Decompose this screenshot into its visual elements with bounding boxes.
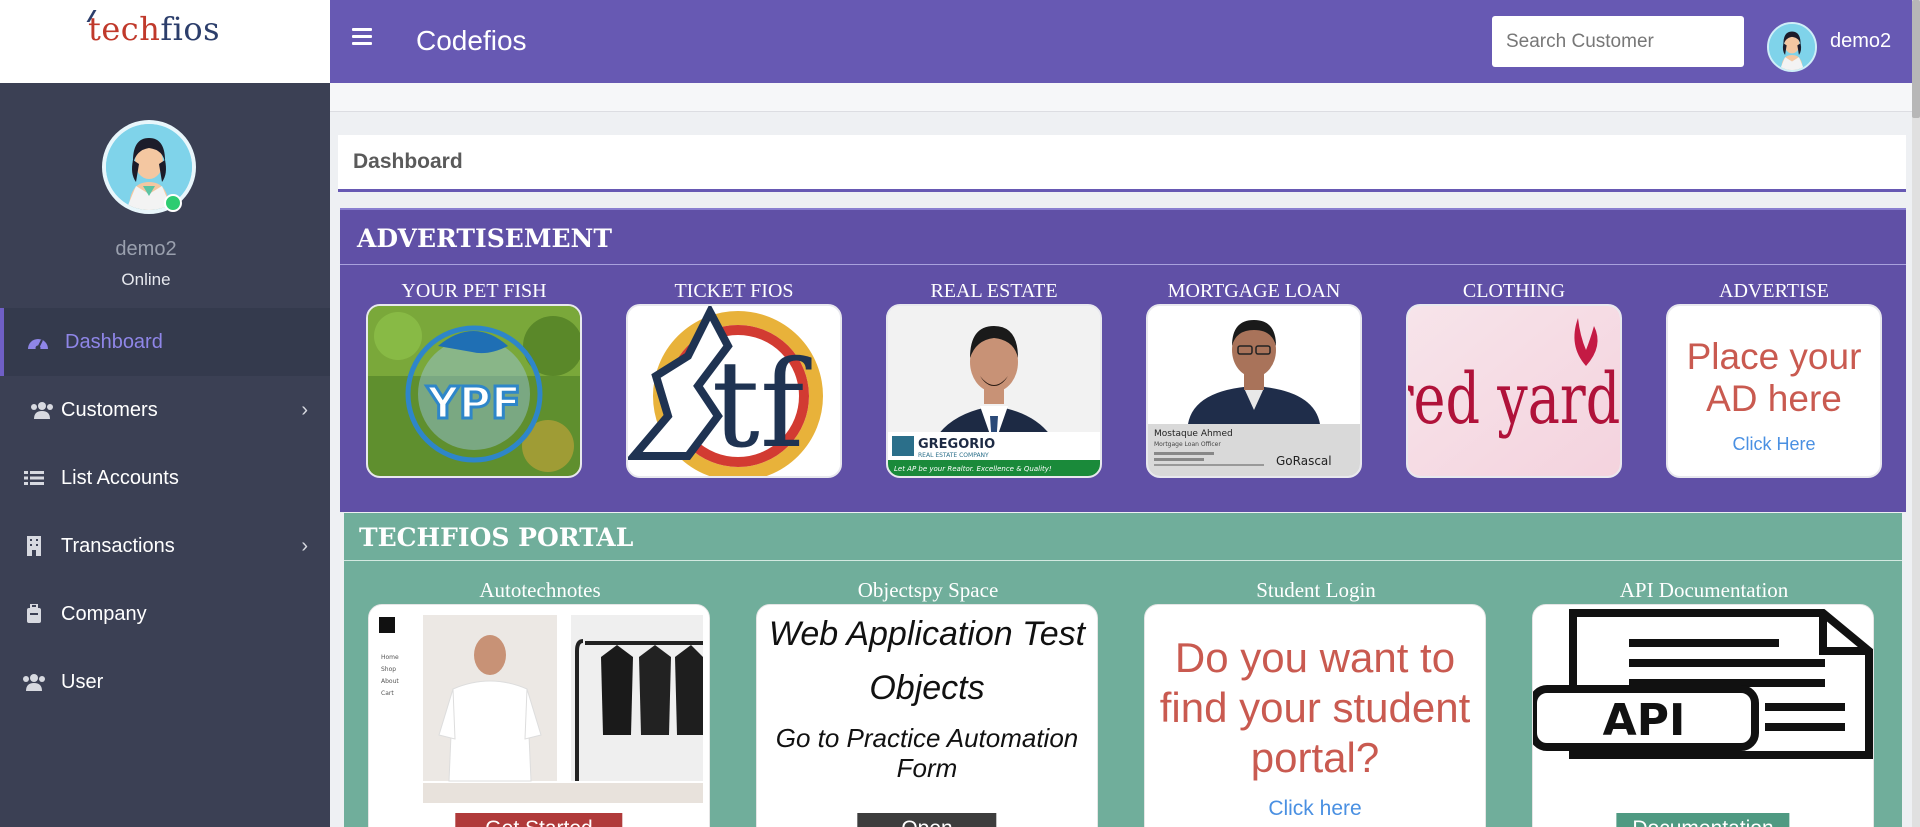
- divider: [340, 264, 1906, 265]
- documentation-button[interactable]: Documentation: [1616, 813, 1790, 827]
- tf-logo-text: tf: [712, 336, 812, 475]
- ad-item-pet-fish: YOUR PET FISH YPF: [366, 280, 582, 478]
- portal-label: Objectspy Space: [857, 578, 999, 602]
- api-document-icon: API: [1533, 605, 1873, 827]
- gregorio-brand-text: GREGORIO: [918, 437, 995, 452]
- page-scrollbar[interactable]: [1912, 0, 1920, 827]
- ad-card-clothing[interactable]: red yard: [1406, 304, 1622, 478]
- sidebar-item-label: Company: [61, 602, 147, 625]
- place-ad-headline: Place your AD here: [1686, 336, 1862, 419]
- ad-item-advertise: ADVERTISE Place your AD here Click Here: [1666, 280, 1882, 478]
- sidebar-item-user[interactable]: User: [0, 648, 330, 716]
- objectspy-text[interactable]: Go to Practice Automation Form: [757, 723, 1097, 783]
- sidebar-username: demo2: [115, 238, 177, 260]
- online-status-dot: [164, 194, 182, 212]
- sidebar-avatar: [102, 120, 196, 214]
- dashboard-icon: [26, 332, 50, 352]
- top-header: Codefios demo2: [330, 0, 1920, 83]
- portal-card-api-documentation[interactable]: API Documentation: [1532, 604, 1874, 827]
- student-portal-heading: Do you want to find your student portal?: [1159, 634, 1471, 781]
- scrollbar-thumb[interactable]: [1912, 0, 1920, 118]
- ad-label: ADVERTISE: [1719, 280, 1829, 302]
- content-top-strip: [330, 83, 1912, 112]
- building-icon: [22, 536, 46, 556]
- ad-card-pet-fish[interactable]: YPF: [366, 304, 582, 478]
- sidebar-item-company[interactable]: Company: [0, 580, 330, 648]
- sidebar-nav: Dashboard Customers › List Accounts Tran…: [0, 308, 330, 716]
- sidebar: techfios demo2 Online Dashboard Customer…: [0, 0, 330, 827]
- ypf-logo-text: YPF: [426, 378, 521, 429]
- api-text: API: [1603, 695, 1686, 746]
- portal-label: Student Login: [1256, 578, 1376, 602]
- briefcase-icon: [22, 604, 46, 624]
- ad-card-real-estate[interactable]: GREGORIO REAL ESTATE COMPANY Let AP be y…: [886, 304, 1102, 478]
- ad-label: REAL ESTATE: [930, 280, 1058, 302]
- advertisement-panel: ADVERTISEMENT YOUR PET FISH YPF TICKET F…: [340, 208, 1906, 512]
- portal-card-autotechnotes[interactable]: Home Shop About Cart Get Started: [368, 604, 710, 827]
- techfios-portal-panel: TECHFIOS PORTAL Autotechnotes Home Shop …: [344, 513, 1902, 827]
- ad-label: MORTGAGE LOAN: [1167, 280, 1341, 302]
- menu-toggle-icon[interactable]: [352, 28, 372, 48]
- portal-title: TECHFIOS PORTAL: [359, 523, 634, 552]
- mortgage-officer-role: Mortgage Loan Officer: [1154, 441, 1221, 448]
- portal-label: API Documentation: [1619, 578, 1789, 602]
- student-click-here-link[interactable]: Click here: [1145, 797, 1485, 821]
- open-button[interactable]: Open: [857, 813, 997, 827]
- sidebar-item-label: Customers: [61, 398, 158, 421]
- portal-item-student-login: Student Login Do you want to find your s…: [1144, 578, 1488, 827]
- chevron-right-icon: ›: [301, 398, 308, 421]
- ad-item-mortgage-loan: MORTGAGE LOAN Mostaque Ahmed Mortgage Lo…: [1146, 280, 1362, 478]
- user-group-icon: [22, 672, 46, 692]
- portal-card-objectspy[interactable]: Web Application Test Objects Go to Pract…: [756, 604, 1098, 827]
- ad-item-clothing: CLOTHING red yard: [1406, 280, 1622, 478]
- mortgage-officer-name: Mostaque Ahmed: [1154, 429, 1233, 439]
- ad-card-mortgage-loan[interactable]: Mostaque Ahmed Mortgage Loan Officer GoR…: [1146, 304, 1362, 478]
- ad-item-real-estate: REAL ESTATE GREGORIO REAL ESTATE COMPANY…: [886, 280, 1102, 478]
- shop-menu-cart: Cart: [381, 690, 394, 697]
- users-icon: [30, 400, 54, 420]
- list-icon: [22, 468, 46, 488]
- logo-area: techfios: [0, 0, 330, 83]
- red-yard-logo-text: red yard: [1408, 358, 1620, 440]
- ad-item-ticket-fios: TICKET FIOS tf: [626, 280, 842, 478]
- shop-menu-shop: Shop: [381, 666, 396, 673]
- ad-card-advertise[interactable]: Place your AD here Click Here: [1666, 304, 1882, 478]
- gregorio-sub-text: REAL ESTATE COMPANY: [918, 452, 989, 459]
- sidebar-item-label: List Accounts: [61, 466, 179, 489]
- sidebar-item-customers[interactable]: Customers ›: [0, 376, 330, 444]
- divider: [344, 560, 1902, 561]
- portal-item-api-documentation: API Documentation API Documentation: [1532, 578, 1876, 827]
- sidebar-user-status: Online: [121, 270, 171, 289]
- ad-label: TICKET FIOS: [674, 280, 794, 302]
- place-ad-link[interactable]: Click Here: [1668, 434, 1880, 455]
- header-username[interactable]: demo2: [1830, 30, 1891, 53]
- portal-item-objectspy: Objectspy Space Web Application Test Obj…: [756, 578, 1100, 827]
- ad-card-ticket-fios[interactable]: tf: [626, 304, 842, 478]
- portal-label: Autotechnotes: [479, 578, 601, 602]
- sidebar-item-label: Transactions: [61, 534, 175, 557]
- page-title: Dashboard: [353, 150, 463, 173]
- header-avatar[interactable]: [1767, 22, 1817, 72]
- techfios-logo[interactable]: techfios: [86, 10, 220, 48]
- sidebar-item-list-accounts[interactable]: List Accounts: [0, 444, 330, 512]
- sidebar-item-label: Dashboard: [65, 330, 163, 353]
- page-title-bar: Dashboard: [338, 135, 1906, 192]
- get-started-button[interactable]: Get Started: [455, 813, 623, 827]
- ad-label: YOUR PET FISH: [401, 280, 547, 302]
- portal-item-autotechnotes: Autotechnotes Home Shop About Cart: [368, 578, 712, 827]
- search-customer-input[interactable]: [1492, 16, 1744, 67]
- sidebar-item-transactions[interactable]: Transactions ›: [0, 512, 330, 580]
- sidebar-item-label: User: [61, 670, 104, 693]
- objectspy-heading: Web Application Test Objects: [768, 615, 1086, 707]
- ad-label: CLOTHING: [1462, 280, 1566, 302]
- gregorio-tagline: Let AP be your Realtor. Excellence & Qua…: [894, 465, 1052, 473]
- gorascal-brand: GoRascal: [1276, 454, 1332, 468]
- chevron-right-icon: ›: [301, 534, 308, 557]
- shop-menu-about: About: [381, 678, 399, 685]
- app-title: Codefios: [416, 25, 527, 56]
- advertisement-title: ADVERTISEMENT: [357, 224, 613, 253]
- shop-menu-home: Home: [381, 654, 399, 661]
- portal-card-student-login[interactable]: Do you want to find your student portal?…: [1144, 604, 1486, 827]
- sidebar-item-dashboard[interactable]: Dashboard: [0, 308, 330, 376]
